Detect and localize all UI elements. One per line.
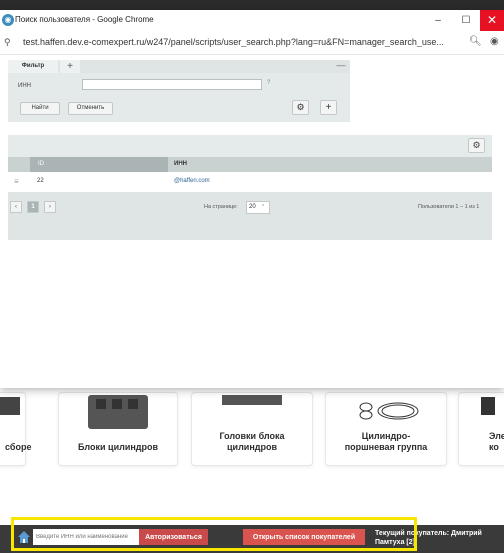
- gear-icon[interactable]: ⚙: [292, 100, 309, 115]
- add-filter-tab-button[interactable]: +: [60, 60, 80, 73]
- url-text[interactable]: test.haffen.dev.e-comexpert.ru/w247/pane…: [23, 37, 463, 47]
- find-button[interactable]: Найти: [20, 102, 60, 115]
- grid-pager: ‹ 1 › На странице: 20 ⌃ Пользователи 1 –…: [8, 192, 492, 240]
- cylinder-head-image: [222, 395, 282, 405]
- address-bar[interactable]: ⚲ test.haffen.dev.e-comexpert.ru/w247/pa…: [0, 31, 504, 55]
- minimize-icon[interactable]: –: [426, 12, 450, 29]
- maximize-icon[interactable]: ☐: [454, 12, 478, 29]
- cell-inn[interactable]: @haffen.com: [174, 178, 210, 184]
- card-label: Эле ко: [489, 431, 504, 452]
- close-icon[interactable]: ✕: [480, 10, 504, 31]
- engine-part-image: [0, 397, 20, 415]
- window-title: Поиск пользователя - Google Chrome: [15, 15, 154, 24]
- card-label: Блоки цилиндров: [77, 442, 159, 452]
- card-label: Цилиндро-поршневая группа: [344, 431, 428, 452]
- grid-toolbar: ⚙: [8, 135, 492, 157]
- filter-panel: Фильтр + — ИНН ? Найти Отменить ⚙ +: [8, 60, 350, 122]
- column-header-inn[interactable]: ИНН: [174, 157, 187, 172]
- cylinder-block-image: [88, 395, 148, 429]
- chevron-down-icon: ⌃: [261, 204, 266, 210]
- card-label: сборе: [5, 442, 32, 452]
- current-page-button[interactable]: 1: [27, 201, 39, 213]
- filter-body: ИНН ? Найти Отменить ⚙ +: [8, 73, 350, 122]
- per-page-label: На странице:: [204, 204, 238, 210]
- pager-info: Пользователи 1 – 1 из 1: [418, 204, 480, 210]
- column-header-label: ID: [38, 161, 44, 167]
- site-info-icon[interactable]: ⚲: [4, 37, 11, 48]
- row-menu-icon[interactable]: ≡: [14, 177, 19, 186]
- card-label: Головки блока цилиндров: [219, 431, 285, 452]
- table-row[interactable]: ≡ 22 @haffen.com: [8, 172, 492, 192]
- highlight-frame: [11, 517, 417, 551]
- title-bar[interactable]: ◉ Поиск пользователя - Google Chrome – ☐…: [0, 10, 504, 31]
- eye-icon[interactable]: ◉: [490, 36, 499, 47]
- chrome-popup-window: ◉ Поиск пользователя - Google Chrome – ☐…: [0, 10, 504, 388]
- app-icon: ◉: [2, 14, 14, 26]
- cancel-button[interactable]: Отменить: [68, 102, 113, 115]
- grid-header: ID ▲ ИНН: [8, 157, 492, 172]
- piston-rings-image: [359, 402, 419, 420]
- catalog-card-blocks[interactable]: Блоки цилиндров: [58, 392, 178, 466]
- prev-page-button[interactable]: ‹: [10, 201, 22, 213]
- electrical-part-image: [481, 397, 495, 415]
- users-grid: ⚙ ID ▲ ИНН ≡ 22 @haffen.com ‹ 1 › На стр…: [8, 135, 492, 240]
- inn-label: ИНН: [18, 83, 31, 89]
- next-page-button[interactable]: ›: [44, 201, 56, 213]
- inn-field[interactable]: [82, 79, 262, 90]
- gear-icon[interactable]: ⚙: [468, 138, 485, 153]
- cell-id: 22: [37, 178, 44, 184]
- per-page-select[interactable]: 20: [246, 201, 270, 214]
- popup-content: Фильтр + — ИНН ? Найти Отменить ⚙ + ⚙ ID…: [0, 55, 504, 388]
- add-field-button[interactable]: +: [320, 100, 337, 115]
- help-icon[interactable]: ?: [267, 80, 270, 86]
- zoom-icon[interactable]: 🔍︎: [469, 36, 482, 47]
- collapse-filter-button[interactable]: —: [335, 60, 347, 73]
- catalog-card-assembly[interactable]: сборе: [0, 392, 32, 466]
- column-header-id[interactable]: ID ▲: [30, 157, 183, 172]
- catalog-card-heads[interactable]: Головки блока цилиндров: [191, 392, 313, 466]
- catalog-card-electrical[interactable]: Эле ко: [458, 392, 504, 466]
- tab-filter[interactable]: Фильтр: [8, 60, 58, 73]
- catalog-card-pistons[interactable]: Цилиндро-поршневая группа: [325, 392, 447, 466]
